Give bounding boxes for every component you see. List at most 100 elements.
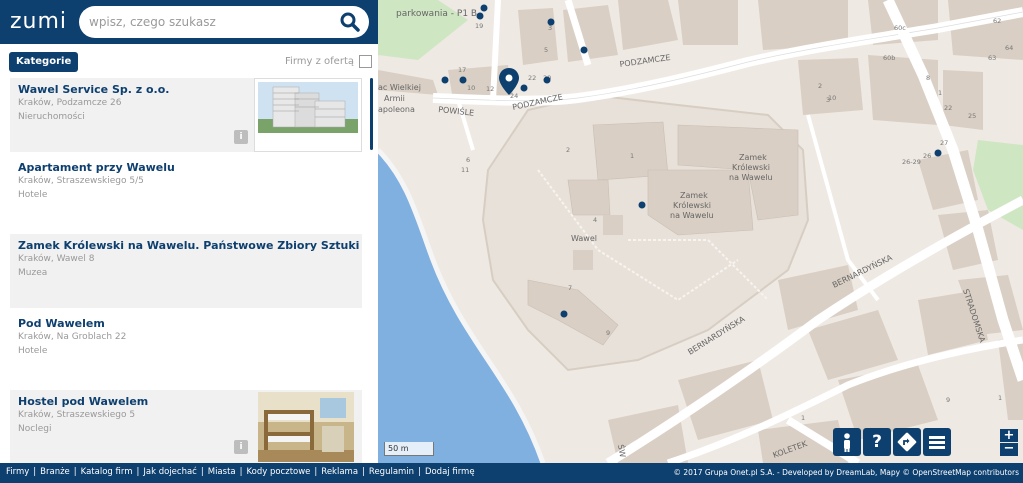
filter-row: Kategorie Firmy z ofertą — [0, 44, 378, 76]
map-label-zamek-top-2: Królewski — [732, 162, 770, 172]
house-number: 2 — [818, 82, 822, 90]
map-label-parking: parkowania - P1 B — [396, 9, 477, 19]
building-photo[interactable] — [254, 78, 362, 152]
result-address: Kraków, Podzamcze 26 — [18, 98, 122, 108]
map[interactable]: parkowania - P1 B ac Wielkiej Armii apol… — [378, 0, 1023, 463]
zoom-out-button[interactable]: − — [1000, 442, 1018, 456]
poi-dot — [638, 201, 646, 209]
map-label-zamek-2: Królewski — [673, 200, 711, 210]
firmy-z-oferta-checkbox[interactable] — [359, 55, 372, 68]
house-number: 12 — [486, 85, 494, 93]
result-category: Muzea — [18, 268, 48, 278]
directions-icon — [897, 432, 917, 452]
result-item[interactable]: Apartament przy Wawelu Kraków, Straszews… — [10, 156, 362, 230]
house-number: 11 — [461, 166, 469, 174]
result-item[interactable]: Hostel pod Wawelem Kraków, Straszewskieg… — [10, 390, 362, 463]
house-number: 1 — [938, 89, 942, 97]
footer-links: Firmy | Branże | Katalog firm | Jak dojecha… — [6, 467, 475, 477]
info-badge[interactable]: i — [234, 440, 248, 454]
result-category: Hotele — [18, 190, 48, 200]
info-badge[interactable]: i — [234, 130, 248, 144]
footer-link-firmy[interactable]: Firmy — [6, 467, 29, 477]
footer-link-branze[interactable]: Branże — [40, 467, 70, 477]
kategorie-button[interactable]: Kategorie — [9, 52, 79, 72]
result-title[interactable]: Apartament przy Wawelu — [18, 161, 175, 174]
map-label-zamek-top-3: na Wawelu — [729, 173, 773, 182]
result-item[interactable]: Wawel Service Sp. z o.o. Kraków, Podzamc… — [10, 78, 362, 152]
house-number: 62 — [993, 17, 1001, 25]
house-number: 1 — [998, 394, 1002, 402]
footer-link-reklama[interactable]: Reklama — [321, 467, 358, 477]
house-number: 27 — [940, 139, 948, 147]
map-label-armii: Armii — [384, 94, 405, 103]
house-number: 60b — [883, 54, 895, 62]
menu-icon — [929, 436, 945, 449]
scrollbar-thumb[interactable] — [370, 78, 373, 150]
footer-link-kody[interactable]: Kody pocztowe — [246, 467, 310, 477]
poi-dot — [543, 76, 551, 84]
footer-copyright: © 2017 Grupa Onet.pl S.A. - Developed by… — [673, 468, 1019, 477]
house-number: 9 — [606, 329, 610, 337]
result-title[interactable]: Zamek Królewski na Wawelu. Państwowe Zbi… — [18, 239, 359, 252]
map-label-zamek-3: na Wawelu — [670, 211, 714, 220]
map-label-wawel: Wawel — [571, 234, 597, 243]
house-number: 5 — [544, 46, 548, 54]
directions-button[interactable] — [893, 428, 921, 456]
help-button[interactable]: ? — [863, 428, 891, 456]
house-number: 6 — [466, 156, 470, 164]
result-title[interactable]: Pod Wawelem — [18, 317, 105, 330]
footer-link-katalog[interactable]: Katalog firm — [81, 467, 133, 477]
house-number: 3 — [826, 96, 830, 104]
footer-link-miasta[interactable]: Miasta — [208, 467, 236, 477]
app: zumi Kategorie Firmy z ofertą Wawel Serv… — [0, 0, 1023, 483]
zumi-logo[interactable]: zumi — [10, 9, 67, 34]
poi-dot — [580, 46, 588, 54]
house-number: 2 — [566, 146, 570, 154]
result-title[interactable]: Wawel Service Sp. z o.o. — [18, 83, 169, 96]
map-label-wielkiej: ac Wielkiej — [378, 83, 421, 92]
map-canvas[interactable]: parkowania - P1 B ac Wielkiej Armii apol… — [378, 0, 1023, 463]
result-address: Kraków, Straszewskiego 5/5 — [18, 176, 144, 186]
house-number: 10 — [467, 84, 475, 92]
house-number: 24 — [510, 92, 518, 100]
house-number: 22 — [944, 104, 952, 112]
hostel-room-photo[interactable] — [258, 392, 354, 462]
result-item[interactable]: Pod Wawelem Kraków, Na Groblach 22 Hotel… — [10, 312, 362, 386]
house-number: 17 — [458, 66, 466, 74]
person-button[interactable] — [833, 428, 861, 456]
result-item[interactable]: Zamek Królewski na Wawelu. Państwowe Zbi… — [10, 234, 362, 308]
house-number: 8 — [926, 74, 930, 82]
poi-dot — [459, 76, 467, 84]
house-number: 1 — [801, 414, 805, 422]
poi-dot — [480, 4, 488, 12]
result-address: Kraków, Straszewskiego 5 — [18, 410, 136, 420]
search-icon[interactable] — [339, 11, 361, 33]
house-number: 7 — [568, 284, 572, 292]
result-address: Kraków, Na Groblach 22 — [18, 332, 127, 342]
map-label-zamek-top-1: Zamek — [739, 153, 767, 162]
footer-link-regulamin[interactable]: Regulamin — [369, 467, 414, 477]
poi-dot — [476, 12, 484, 20]
header-bar: zumi — [0, 0, 378, 44]
house-number: 26-29 — [902, 158, 921, 166]
house-number: 1 — [630, 152, 634, 160]
search-input[interactable] — [89, 13, 329, 31]
result-category: Nieruchomości — [18, 112, 85, 122]
result-category: Noclegi — [18, 424, 52, 434]
firmy-z-oferta-label: Firmy z ofertą — [285, 56, 354, 67]
map-label-napoleona: apoleona — [378, 105, 415, 114]
poi-dot — [560, 310, 568, 318]
house-number: 25 — [968, 112, 976, 120]
results-list: Wawel Service Sp. z o.o. Kraków, Podzamc… — [0, 76, 378, 463]
search-box — [79, 6, 369, 38]
footer: Firmy | Branże | Katalog firm | Jak dojecha… — [0, 463, 1023, 483]
poi-dot — [934, 149, 942, 157]
house-number: 64 — [1005, 44, 1013, 52]
menu-button[interactable] — [923, 428, 951, 456]
footer-link-jak-dojechac[interactable]: Jak dojechać — [143, 467, 196, 477]
footer-link-dodaj-firme[interactable]: Dodaj firmę — [425, 467, 475, 477]
result-title[interactable]: Hostel pod Wawelem — [18, 395, 148, 408]
house-number: 9 — [946, 396, 950, 404]
result-category: Hotele — [18, 346, 48, 356]
scale-bar: 50 m — [384, 442, 434, 456]
